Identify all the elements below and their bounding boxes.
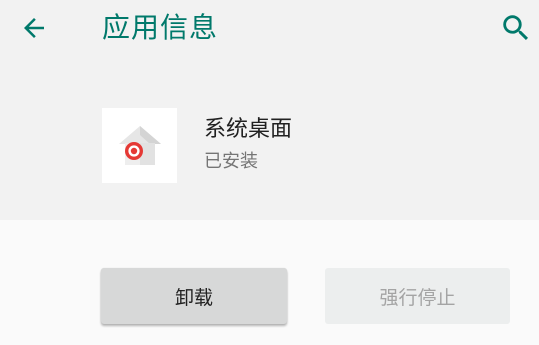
search-button[interactable] [494, 6, 538, 50]
app-info-screen: 应用信息 系统桌面 已安装 卸载 强行停止 [0, 0, 539, 345]
arrow-back-icon [24, 18, 44, 38]
app-install-status: 已安装 [204, 151, 258, 172]
page-title: 应用信息 [102, 11, 219, 44]
home-app-icon [118, 125, 161, 165]
app-name: 系统桌面 [204, 117, 293, 142]
back-button[interactable] [14, 8, 54, 48]
uninstall-button[interactable]: 卸载 [101, 268, 287, 324]
force-stop-button[interactable]: 强行停止 [325, 268, 510, 324]
app-icon-container [102, 108, 177, 183]
search-icon [503, 15, 529, 41]
header-area [0, 0, 539, 220]
